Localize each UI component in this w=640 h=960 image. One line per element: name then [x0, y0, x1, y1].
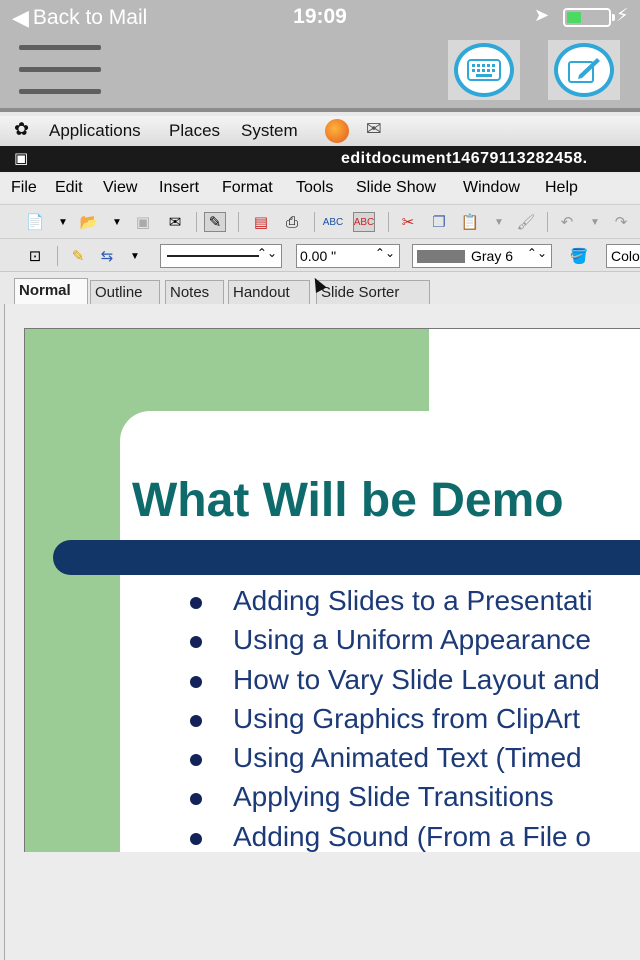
line-width-field[interactable]: 0.00 " ⌃⌄: [296, 244, 400, 268]
menu-format[interactable]: Format: [222, 179, 273, 197]
menu-bar: File Edit View Insert Format Tools Slide…: [0, 174, 640, 202]
window-menu-icon[interactable]: ▣: [14, 149, 28, 167]
arrow-style-icon[interactable]: ⇆: [96, 246, 118, 266]
firefox-icon[interactable]: [325, 119, 349, 143]
mail-icon[interactable]: ✉: [366, 118, 382, 141]
area-style-select[interactable]: Colo: [606, 244, 640, 268]
tab-slide-sorter[interactable]: Slide Sorter: [316, 280, 430, 304]
list-item: Using Animated Text (Timed: [190, 742, 600, 781]
slide-title-bar: [53, 540, 640, 575]
gnome-foot-icon: ✿: [14, 119, 30, 139]
location-arrow-icon: ➤: [534, 5, 550, 25]
window-title: editdocument14679113282458.: [341, 150, 588, 167]
line-style-select[interactable]: ⌃⌄: [160, 244, 282, 268]
save-icon[interactable]: ▣: [132, 212, 154, 232]
menu-applications[interactable]: Applications: [49, 121, 141, 141]
new-document-icon[interactable]: 📄: [24, 212, 46, 232]
tab-notes[interactable]: Notes: [165, 280, 224, 304]
spellcheck-icon[interactable]: ABC: [322, 212, 344, 232]
undo-icon[interactable]: ↶: [556, 212, 578, 232]
email-document-icon[interactable]: ✉: [164, 212, 186, 232]
print-icon[interactable]: ⎙: [281, 212, 303, 232]
list-item: Using Graphics from ClipArt: [190, 703, 600, 742]
window-titlebar[interactable]: ▣ editdocument14679113282458.: [0, 146, 640, 172]
list-item: How to Vary Slide Layout and: [190, 664, 600, 703]
line-style-icon[interactable]: ⊡: [24, 246, 46, 266]
menu-edit[interactable]: Edit: [55, 179, 83, 197]
hamburger-menu-button[interactable]: [19, 45, 101, 95]
tab-handout[interactable]: Handout: [228, 280, 310, 304]
autospellcheck-icon[interactable]: ABC: [353, 212, 375, 232]
arrow-style-dropdown-icon[interactable]: ▼: [124, 246, 146, 266]
menu-system[interactable]: System: [241, 121, 298, 141]
edit-file-icon[interactable]: ✎: [204, 212, 226, 232]
keyboard-icon: [467, 59, 501, 81]
slide-bullet-list[interactable]: Adding Slides to a Presentati Using a Un…: [190, 585, 600, 852]
open-folder-icon[interactable]: 📂: [78, 212, 100, 232]
menu-places[interactable]: Places: [169, 121, 220, 141]
line-icon[interactable]: ✎: [67, 246, 89, 266]
pencil-edit-icon: [568, 58, 600, 83]
tab-normal[interactable]: Normal: [14, 278, 88, 304]
desktop-top-panel: ✿ Applications Places System ✉: [0, 116, 640, 146]
app-header: ◀ Back to Mail 19:09 ➤ ⚡: [0, 0, 640, 108]
paste-icon[interactable]: 📋: [459, 212, 481, 232]
tab-outline[interactable]: Outline: [90, 280, 160, 304]
copy-icon[interactable]: ❐: [428, 212, 450, 232]
list-item: Applying Slide Transitions: [190, 781, 600, 820]
undo-dropdown-icon[interactable]: ▼: [584, 212, 606, 232]
list-item: Adding Slides to a Presentati: [190, 585, 600, 624]
cut-icon[interactable]: ✂: [397, 212, 419, 232]
menu-tools[interactable]: Tools: [296, 179, 333, 197]
line-color-select[interactable]: Gray 6 ⌃⌄: [412, 244, 552, 268]
list-item: Using a Uniform Appearance: [190, 624, 600, 663]
new-dropdown-icon[interactable]: ▼: [52, 212, 74, 232]
menu-file[interactable]: File: [11, 179, 37, 197]
menu-insert[interactable]: Insert: [159, 179, 199, 197]
redo-icon[interactable]: ↷: [610, 212, 632, 232]
area-fill-icon[interactable]: 🪣: [568, 246, 590, 266]
menu-view[interactable]: View: [103, 179, 137, 197]
format-paintbrush-icon[interactable]: 🖌: [515, 212, 537, 232]
standard-toolbar: 📄 ▼ 📂 ▼ ▣ ✉ ✎ ▤ ⎙ ABC ABC ✂ ❐ 📋 ▼ 🖌 ↶ ▼ …: [0, 204, 640, 238]
slide-canvas[interactable]: What Will be Demo Adding Slides to a Pre…: [24, 328, 640, 852]
slide-title[interactable]: What Will be Demo: [132, 473, 564, 528]
menu-help[interactable]: Help: [545, 179, 578, 197]
status-bar: ◀ Back to Mail 19:09 ➤ ⚡: [0, 0, 640, 34]
battery-icon: [563, 8, 615, 27]
menu-window[interactable]: Window: [463, 179, 520, 197]
menu-slide-show[interactable]: Slide Show: [356, 179, 436, 197]
paste-dropdown-icon[interactable]: ▼: [488, 212, 510, 232]
edit-button[interactable]: [548, 40, 620, 100]
export-pdf-icon[interactable]: ▤: [250, 212, 272, 232]
line-fill-toolbar: ⊡ ✎ ⇆ ▼ ⌃⌄ 0.00 " ⌃⌄ Gray 6 ⌃⌄ 🪣 Colo: [0, 238, 640, 272]
charging-bolt-icon: ⚡: [616, 5, 629, 25]
open-dropdown-icon[interactable]: ▼: [106, 212, 128, 232]
list-item: Adding Sound (From a File o: [190, 821, 600, 852]
keyboard-button[interactable]: [448, 40, 520, 100]
